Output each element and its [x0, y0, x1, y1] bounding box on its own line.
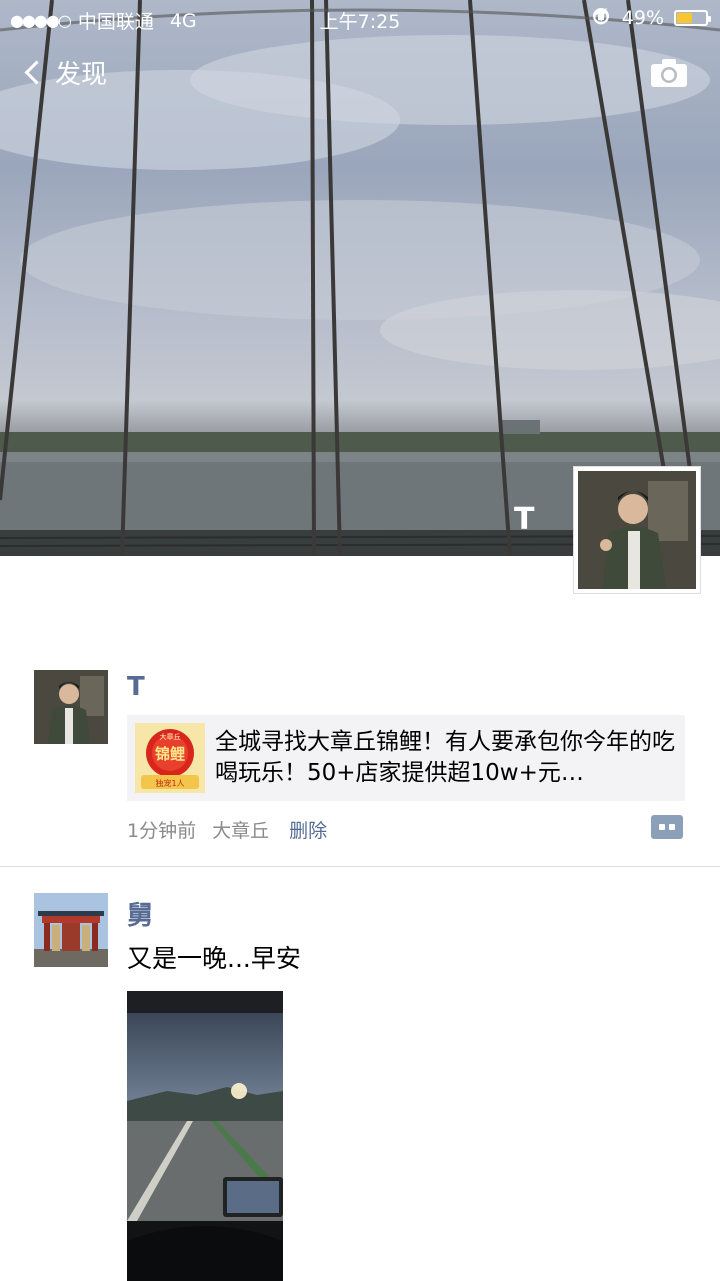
chevron-left-icon — [24, 60, 49, 85]
link-title: 全城寻找大章丘锦鲤！有人要承包你今年的吃喝玩乐！50+店家提供超10w+元… — [215, 729, 675, 786]
delete-link[interactable]: 删除 — [289, 816, 327, 843]
post-location[interactable]: 大章丘 — [212, 816, 269, 843]
camera-icon — [651, 59, 687, 87]
profile-name: T — [514, 502, 535, 537]
moment-post: T 大章丘 锦鲤 独宠1人 全城寻找大章丘锦鲤！有人要承包你今年的吃喝玩乐！50… — [0, 660, 720, 867]
avatar-photo — [578, 471, 696, 589]
status-bar: ●●●●○ 中国联通 4G 上午7:25 49% — [0, 0, 720, 38]
post-time: 1分钟前 — [127, 820, 197, 842]
thumb-text-main: 锦鲤 — [155, 745, 185, 763]
post-avatar[interactable] — [34, 893, 108, 967]
profile-avatar[interactable] — [573, 466, 701, 594]
thumb-text-bottom: 独宠1人 — [155, 778, 184, 788]
comment-menu-button[interactable] — [651, 815, 683, 839]
post-photo[interactable] — [127, 991, 283, 1281]
post-text: 又是一晚...早安 — [127, 944, 301, 973]
battery-icon — [674, 10, 711, 26]
post-author-name[interactable]: 舅 — [127, 895, 153, 932]
link-thumbnail: 大章丘 锦鲤 独宠1人 — [135, 723, 205, 793]
shared-link-card[interactable]: 大章丘 锦鲤 独宠1人 全城寻找大章丘锦鲤！有人要承包你今年的吃喝玩乐！50+店… — [127, 715, 685, 801]
post-avatar[interactable] — [34, 670, 108, 744]
post-author-name[interactable]: T — [127, 672, 145, 702]
post-meta: 1分钟前 大章丘 删除 — [127, 816, 327, 843]
battery-level — [677, 13, 692, 23]
moment-post: 舅 又是一晚...早安 — [0, 867, 720, 1281]
camera-button[interactable] — [650, 58, 688, 88]
battery-percent: 49% — [621, 7, 664, 29]
back-label: 发现 — [55, 60, 108, 90]
thumb-text-top: 大章丘 — [160, 732, 181, 741]
back-button[interactable]: 发现 — [22, 54, 107, 91]
